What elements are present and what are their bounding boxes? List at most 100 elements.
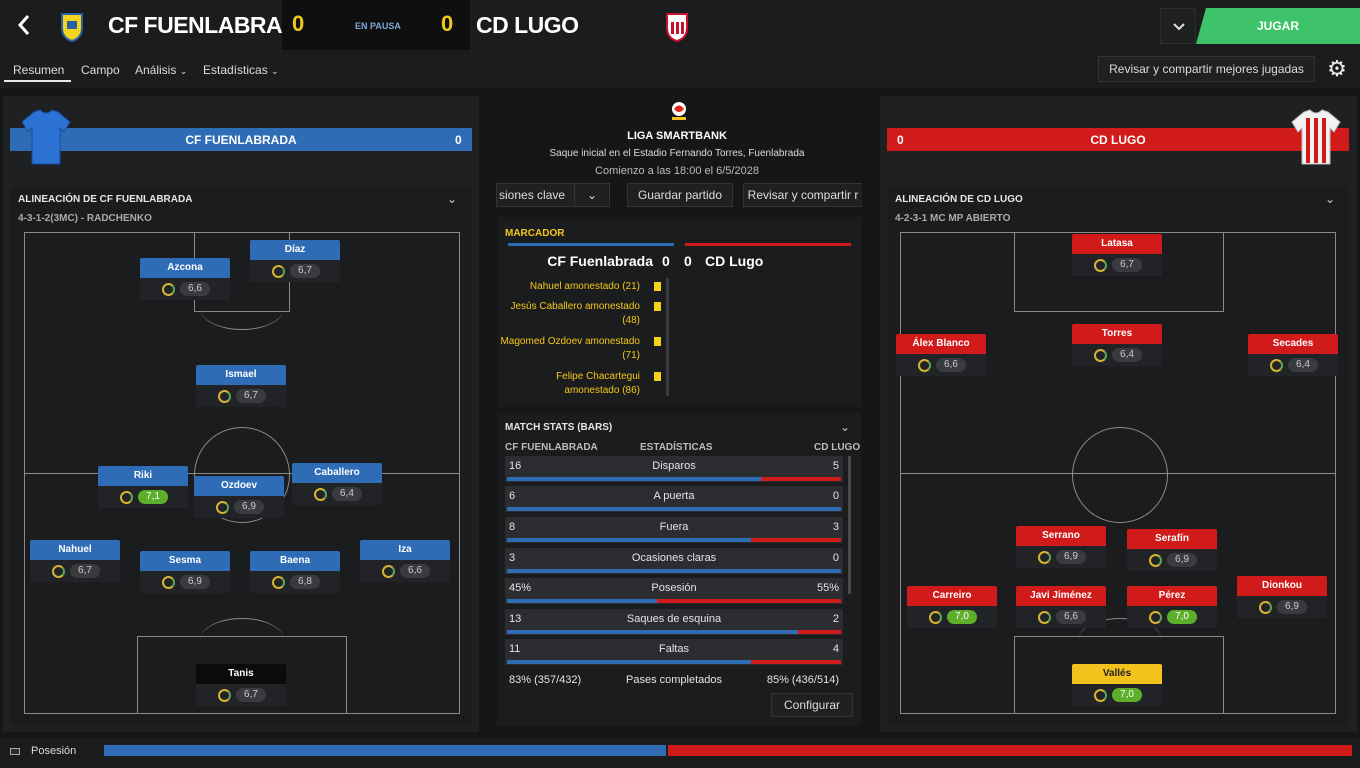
stat-away: 3 [832, 521, 839, 533]
away-team-crest-icon [664, 10, 690, 43]
player-name: Caballero [292, 463, 382, 483]
play-button[interactable]: JUGAR [1196, 8, 1360, 44]
away-color-bar [685, 243, 851, 246]
rating-icon [382, 565, 395, 578]
stat-label: Disparos [652, 460, 696, 472]
scoreboard-away-team: CD Lugo [705, 253, 764, 269]
tab-label: Estadísticas [203, 63, 268, 77]
center-circle [1072, 427, 1168, 523]
stat-away: 55% [816, 582, 839, 594]
yellow-card-icon [654, 372, 661, 381]
player-card[interactable]: Serrano 6,9 [1016, 526, 1106, 568]
home-team-crest-icon [58, 10, 86, 43]
stat-away: 0 [832, 490, 839, 502]
stats-title: MATCH STATS (BARS) [505, 422, 613, 433]
chevron-down-icon[interactable]: ⌄ [1325, 192, 1335, 206]
player-card[interactable]: Ismael 6,7 [196, 365, 286, 407]
player-name: Pérez [1127, 586, 1217, 606]
player-name: Dionkou [1237, 576, 1327, 596]
chevron-down-icon[interactable]: ⌄ [447, 192, 457, 206]
scoreboard-home-team: CF Fuenlabrada [547, 253, 653, 269]
player-card[interactable]: Tanis 6,7 [196, 664, 286, 706]
gear-icon[interactable]: ⚙ [1322, 55, 1352, 83]
player-card[interactable]: Pérez 7,0 [1127, 586, 1217, 628]
player-name: Serrano [1016, 526, 1106, 546]
player-name: Azcona [140, 258, 230, 278]
chevron-down-icon[interactable]: ⌄ [840, 420, 850, 434]
player-name: Torres [1072, 324, 1162, 344]
player-card[interactable]: Riki 7,1 [98, 466, 188, 508]
player-card[interactable]: Álex Blanco 6,6 [896, 334, 986, 376]
player-name: Carreiro [907, 586, 997, 606]
player-name: Vallés [1072, 664, 1162, 684]
stat-home-bar [507, 569, 841, 573]
player-card[interactable]: Sesma 6,9 [140, 551, 230, 593]
tab-estadisticas[interactable]: Estadísticas ⌄ [203, 63, 279, 77]
player-card[interactable]: Torres 6,4 [1072, 324, 1162, 366]
rating-icon [1259, 601, 1272, 614]
key-moments-button[interactable]: siones clave [496, 183, 574, 207]
player-rating: 7,0 [1167, 610, 1197, 624]
player-card[interactable]: Dionkou 6,9 [1237, 576, 1327, 618]
footer-possession-label: Posesión [31, 745, 77, 757]
rating-icon [1094, 689, 1107, 702]
player-card[interactable]: Ozdoev 6,9 [194, 476, 284, 518]
home-color-bar [508, 243, 674, 246]
player-rating: 6,9 [1167, 553, 1197, 567]
home-lineup-title: ALINEACIÓN DE CF FUENLABRADA [18, 194, 193, 205]
chevron-down-icon[interactable]: ⌄ [574, 183, 610, 207]
rating-icon [1149, 554, 1162, 567]
player-card[interactable]: Nahuel 6,7 [30, 540, 120, 582]
player-card[interactable]: Latasa 6,7 [1072, 234, 1162, 276]
home-banner-name: CF FUENLABRADA [185, 133, 297, 147]
away-score: 0 [441, 11, 454, 36]
possession-icon [10, 748, 20, 755]
chevron-down-icon: ⌄ [271, 66, 279, 76]
player-card[interactable]: Secades 6,4 [1248, 334, 1338, 376]
scoreboard-away-score: 0 [684, 253, 692, 269]
tab-campo[interactable]: Campo [81, 63, 120, 77]
player-card[interactable]: Caballero 6,4 [292, 463, 382, 505]
player-name: Álex Blanco [896, 334, 986, 354]
player-card[interactable]: Baena 6,8 [250, 551, 340, 593]
stat-home-bar [507, 599, 657, 603]
rating-icon [162, 283, 175, 296]
stat-away-bar [657, 599, 841, 603]
rating-icon [918, 359, 931, 372]
rating-icon [314, 488, 327, 501]
player-card[interactable]: Javi Jiménez 6,6 [1016, 586, 1106, 628]
stat-home-bar [507, 630, 798, 634]
stat-row: 8 Fuera 3 [505, 517, 843, 543]
review-share-button[interactable]: Revisar y compartir r [743, 183, 862, 207]
player-card[interactable]: Vallés 7,0 [1072, 664, 1162, 706]
scoreboard-home-score: 0 [662, 253, 670, 269]
back-arrow-icon[interactable] [14, 12, 40, 40]
player-name: Riki [98, 466, 188, 486]
league-logo-icon [666, 100, 692, 125]
player-rating: 6,4 [1112, 348, 1142, 362]
stat-home-bar [507, 660, 751, 664]
tab-analisis[interactable]: Análisis ⌄ [135, 63, 187, 77]
player-card[interactable]: Díaz 6,7 [250, 240, 340, 282]
more-options-dropdown[interactable] [1160, 8, 1196, 44]
event-entry: Felipe Chacartegui amonestado (86) [556, 371, 640, 396]
player-name: Ozdoev [194, 476, 284, 496]
configure-button[interactable]: Configurar [771, 693, 853, 717]
rating-icon [120, 491, 133, 504]
player-rating: 6,4 [332, 487, 362, 501]
stats-col-home: CF FUENLABRADA [505, 442, 598, 453]
player-name: Iza [360, 540, 450, 560]
stats-scrollbar[interactable] [848, 456, 851, 594]
penalty-arc-bottom [200, 618, 284, 662]
player-card[interactable]: Carreiro 7,0 [907, 586, 997, 628]
competition-name: LIGA SMARTBANK [627, 130, 727, 142]
review-highlights-button[interactable]: Revisar y compartir mejores jugadas [1098, 56, 1315, 82]
player-card[interactable]: Serafín 6,9 [1127, 529, 1217, 571]
tab-resumen[interactable]: Resumen [13, 63, 64, 77]
save-match-button[interactable]: Guardar partido [627, 183, 733, 207]
yellow-card-icon [654, 302, 661, 311]
player-card[interactable]: Azcona 6,6 [140, 258, 230, 300]
possession-home-bar [104, 745, 666, 756]
player-card[interactable]: Iza 6,6 [360, 540, 450, 582]
player-name: Nahuel [30, 540, 120, 560]
